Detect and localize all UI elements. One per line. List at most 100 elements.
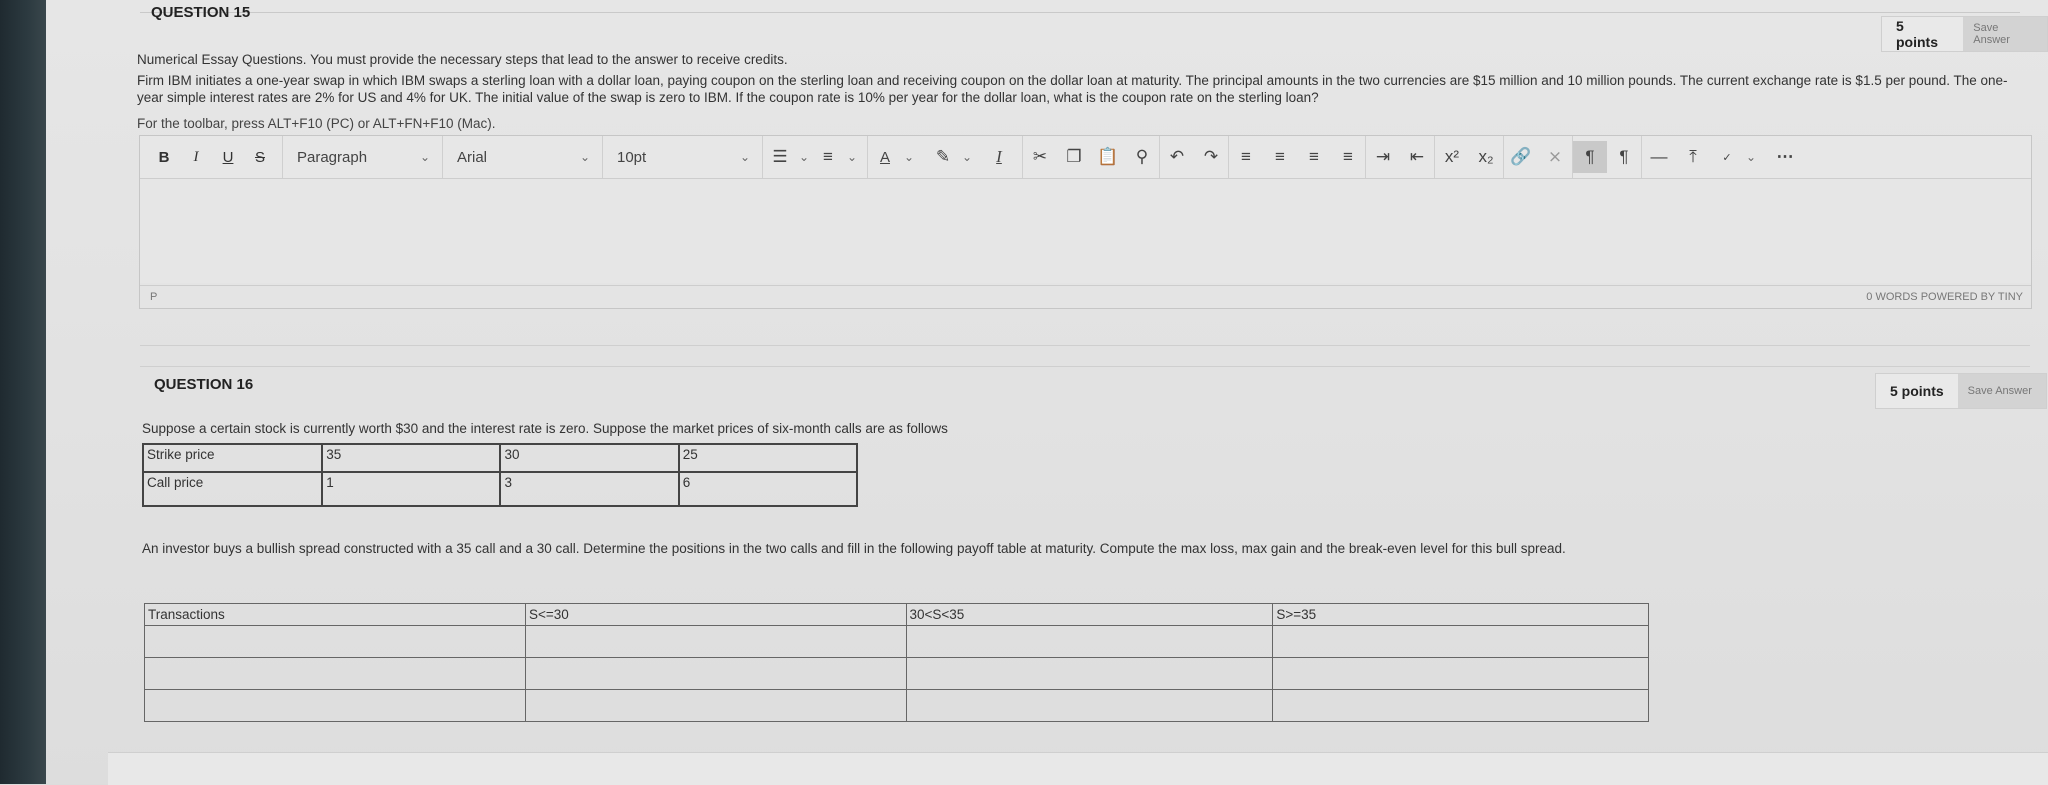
redo-icon[interactable]: ↷ bbox=[1194, 141, 1228, 173]
question-divider bbox=[140, 345, 2030, 346]
italic-button[interactable]: I bbox=[180, 141, 212, 173]
toolbar-hint: For the toolbar, press ALT+F10 (PC) or A… bbox=[137, 116, 496, 131]
chevron-down-icon: ⌄ bbox=[419, 150, 430, 164]
chevron-down-icon: ⌄ bbox=[739, 150, 750, 164]
question-16-intro: Suppose a certain stock is currently wor… bbox=[142, 421, 948, 436]
table-cell: Call price bbox=[141, 471, 324, 507]
payoff-cell[interactable] bbox=[524, 657, 907, 690]
paste-icon[interactable]: 📋 bbox=[1091, 141, 1125, 173]
table-row: Strike price 35 30 25 bbox=[141, 443, 859, 473]
chevron-down-icon[interactable]: ⌄ bbox=[845, 141, 859, 173]
payoff-table: Transactions S<=30 30<S<35 S>=35 bbox=[144, 603, 1649, 722]
table-row bbox=[144, 689, 1649, 722]
font-size-dropdown[interactable]: 10pt ⌄ bbox=[602, 136, 762, 178]
call-price-table: Strike price 35 30 25 Call price 1 3 6 bbox=[141, 443, 859, 507]
payoff-cell[interactable] bbox=[144, 689, 526, 722]
payoff-header-s-ge-35: S>=35 bbox=[1272, 603, 1649, 626]
undo-icon[interactable]: ↶ bbox=[1160, 141, 1194, 173]
editor-status-bar: P 0 WORDS POWERED BY TINY bbox=[140, 285, 2031, 308]
payoff-cell[interactable] bbox=[144, 657, 526, 690]
word-count: 0 WORDS bbox=[1866, 291, 1918, 303]
outdent-icon[interactable]: ⇤ bbox=[1400, 141, 1434, 173]
clear-formatting-icon[interactable]: I bbox=[982, 141, 1016, 173]
block-format-value: Paragraph bbox=[297, 148, 368, 166]
unlink-icon[interactable]: ⨯ bbox=[1538, 141, 1572, 173]
payoff-cell[interactable] bbox=[1272, 657, 1649, 690]
table-cell: 30 bbox=[499, 443, 680, 473]
payoff-header-30-35: 30<S<35 bbox=[905, 603, 1274, 626]
block-format-dropdown[interactable]: Paragraph ⌄ bbox=[282, 136, 442, 178]
bullet-list-icon[interactable]: ☰ bbox=[763, 141, 797, 173]
spellcheck-icon[interactable]: ✓ bbox=[1710, 141, 1744, 173]
font-size-value: 10pt bbox=[617, 148, 647, 166]
link-icon[interactable]: 🔗 bbox=[1504, 141, 1538, 173]
question-15-body: Firm IBM initiates a one-year swap in wh… bbox=[137, 73, 2008, 105]
cut-icon[interactable]: ✂ bbox=[1023, 141, 1057, 173]
rtl-paragraph-icon[interactable]: ¶ bbox=[1607, 141, 1641, 173]
horizontal-line-icon[interactable]: — bbox=[1642, 141, 1676, 173]
payoff-cell[interactable] bbox=[144, 625, 526, 658]
align-center-icon[interactable]: ≡ bbox=[1263, 141, 1297, 173]
highlight-pen-icon[interactable]: ✎ bbox=[926, 141, 960, 173]
question-16-points: 5 points bbox=[1890, 383, 1944, 399]
table-cell: 35 bbox=[321, 443, 502, 473]
payoff-header-s-le-30: S<=30 bbox=[524, 603, 907, 626]
align-justify-icon[interactable]: ≡ bbox=[1331, 141, 1365, 173]
question-divider bbox=[140, 366, 2030, 367]
chevron-down-icon: ⌄ bbox=[579, 150, 590, 164]
table-cell: Strike price bbox=[141, 443, 324, 473]
chevron-down-icon[interactable]: ⌄ bbox=[960, 141, 974, 173]
payoff-cell[interactable] bbox=[1272, 625, 1649, 658]
strikethrough-button[interactable]: S bbox=[244, 141, 276, 173]
align-left-icon[interactable]: ≡ bbox=[1229, 141, 1263, 173]
payoff-cell[interactable] bbox=[905, 625, 1274, 658]
question-15-title: QUESTION 15 bbox=[151, 4, 251, 21]
payoff-header-transactions: Transactions bbox=[144, 603, 526, 626]
underline-button[interactable]: U bbox=[212, 141, 244, 173]
payoff-cell[interactable] bbox=[1272, 689, 1649, 722]
chevron-down-icon[interactable]: ⌄ bbox=[902, 141, 916, 173]
subscript-icon[interactable]: x₂ bbox=[1469, 141, 1503, 173]
question-15-save-answer-button[interactable]: Save Answer bbox=[1963, 17, 2047, 51]
table-header-row: Transactions S<=30 30<S<35 S>=35 bbox=[144, 603, 1649, 626]
table-cell: 1 bbox=[321, 471, 502, 507]
table-cell: 6 bbox=[677, 471, 859, 507]
superscript-icon[interactable]: x² bbox=[1435, 141, 1469, 173]
question-16-task: An investor buys a bullish spread constr… bbox=[142, 541, 1566, 556]
text-color-icon[interactable]: A bbox=[868, 141, 902, 173]
align-right-icon[interactable]: ≡ bbox=[1297, 141, 1331, 173]
font-family-value: Arial bbox=[457, 148, 488, 166]
question-16-title: QUESTION 16 bbox=[154, 376, 254, 393]
table-cell: 25 bbox=[677, 443, 859, 473]
payoff-cell[interactable] bbox=[905, 657, 1274, 690]
answer-text-area[interactable] bbox=[140, 179, 2031, 283]
search-icon[interactable]: ⚲ bbox=[1125, 141, 1159, 173]
next-question-card bbox=[108, 752, 2048, 785]
question-16-points-box: 5 points Save Answer bbox=[1875, 373, 2047, 409]
chevron-down-icon[interactable]: ⌄ bbox=[797, 141, 811, 173]
table-row bbox=[144, 657, 1649, 690]
payoff-cell[interactable] bbox=[524, 689, 907, 722]
question-15-instructions: Numerical Essay Questions. You must prov… bbox=[137, 52, 788, 67]
indent-icon[interactable]: ⇥ bbox=[1366, 141, 1400, 173]
table-row: Call price 1 3 6 bbox=[141, 471, 859, 507]
left-window-edge bbox=[0, 0, 46, 784]
font-family-dropdown[interactable]: Arial ⌄ bbox=[442, 136, 602, 178]
question-15-points: 5 points bbox=[1896, 18, 1938, 50]
bold-button[interactable]: B bbox=[148, 141, 180, 173]
more-options-icon[interactable]: ⋯ bbox=[1768, 141, 1802, 173]
ltr-paragraph-icon[interactable]: ¶ bbox=[1573, 141, 1607, 173]
question-15-points-box: 5 points Save Answer bbox=[1881, 16, 2048, 52]
table-cell: 3 bbox=[499, 471, 680, 507]
payoff-cell[interactable] bbox=[524, 625, 907, 658]
payoff-cell[interactable] bbox=[905, 689, 1274, 722]
element-path[interactable]: P bbox=[140, 291, 157, 303]
copy-icon[interactable]: ❐ bbox=[1057, 141, 1091, 173]
insert-file-icon[interactable]: ⤒ bbox=[1676, 141, 1710, 173]
table-row bbox=[144, 625, 1649, 658]
chevron-down-icon[interactable]: ⌄ bbox=[1744, 141, 1758, 173]
editor-toolbar: B I U S Paragraph ⌄ Arial ⌄ 10pt ⌄ ☰ ⌄ ≡… bbox=[140, 136, 2031, 179]
numbered-list-icon[interactable]: ≡ bbox=[811, 141, 845, 173]
powered-by-tiny-link[interactable]: POWERED BY TINY bbox=[1921, 291, 2023, 303]
question-16-save-answer-button[interactable]: Save Answer bbox=[1957, 374, 2046, 408]
